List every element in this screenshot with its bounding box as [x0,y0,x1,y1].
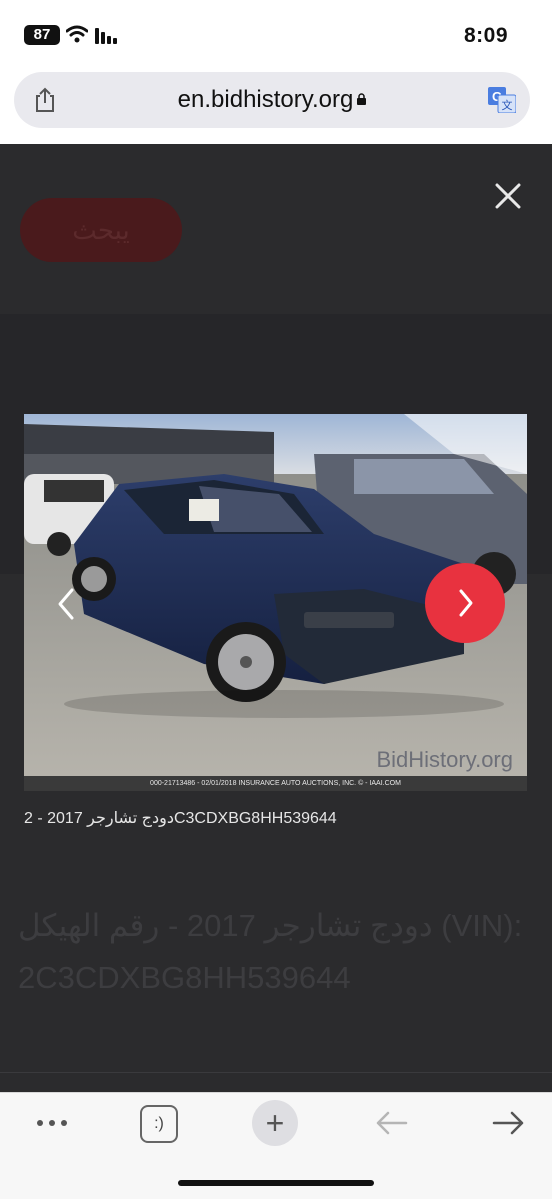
close-lightbox-button[interactable] [494,182,522,210]
page-content: يبحث دودج تشارجر 2017 - رقم الهيكل (VIN)… [0,144,552,1092]
image-watermark: BidHistory.org [376,747,513,772]
background-title: دودج تشارجر 2017 - رقم الهيكل (VIN): 2C3… [18,908,523,995]
status-bar: 87 8:09 [0,0,552,66]
next-image-button[interactable] [425,563,505,643]
tabs-button[interactable]: :) [140,1105,178,1143]
address-bar[interactable]: en.bidhistory.org G 文 [14,72,530,128]
svg-text:文: 文 [502,98,513,112]
previous-image-button[interactable] [52,584,80,624]
back-button[interactable] [372,1103,412,1143]
arrow-left-icon [376,1111,408,1135]
chevron-left-icon [58,588,74,620]
chevron-right-icon [459,589,473,617]
lock-icon [357,92,367,105]
divider [0,1072,552,1073]
close-icon [495,183,521,209]
new-tab-button[interactable]: + [252,1100,298,1146]
wifi-icon [66,25,88,43]
clock: 8:09 [463,24,508,47]
more-icon [37,1120,67,1126]
cellular-signal-icon [95,28,117,44]
url-display[interactable]: en.bidhistory.org [14,86,530,114]
translate-icon[interactable]: G 文 [488,87,516,113]
image-footer: 000-21713486 - 02/01/2018 INSURANCE AUTO… [24,776,527,791]
forward-button[interactable] [488,1103,528,1143]
image-caption: 2 - 2017 دودج تشارجرC3CDXBG8HH539644 [24,810,337,827]
more-options-button[interactable] [30,1103,74,1143]
url-text: en.bidhistory.org [177,86,354,113]
battery-indicator: 87 [24,25,60,45]
search-button[interactable]: يبحث [20,198,182,262]
arrow-right-icon [492,1111,524,1135]
home-indicator [178,1180,374,1186]
